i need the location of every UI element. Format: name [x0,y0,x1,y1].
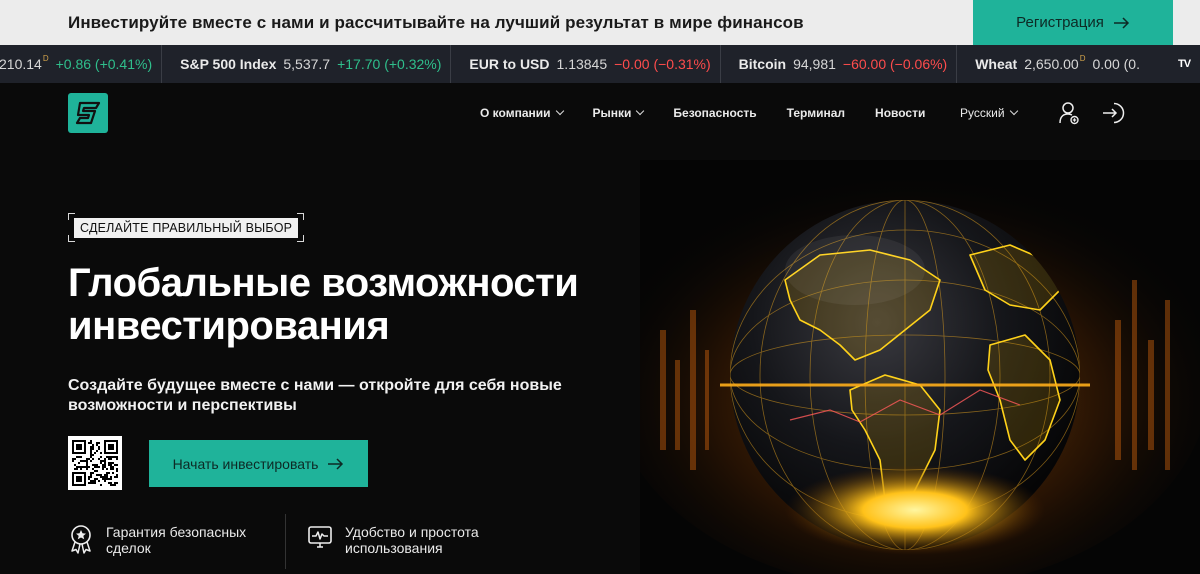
ticker-separator [450,45,452,83]
start-investing-button[interactable]: Начать инвестировать [149,440,368,487]
hero-globe-illustration [640,160,1200,574]
globe-icon [640,160,1200,574]
chevron-down-icon [636,106,645,116]
ticker-separator [719,45,721,83]
arrow-right-icon [328,457,344,470]
ticker-change: −60.00 (−0.06%) [842,56,948,72]
chevron-down-icon [555,106,564,116]
feature-divider [285,514,286,569]
ticker-price-value: 2,650.00 [1024,56,1079,72]
hero-subtitle: Создайте будущее вместе с нами — откройт… [68,377,562,414]
ticker-symbol: Bitcoin [738,56,787,72]
market-ticker: 210.14D +0.86 (+0.41%) S&P 500 Index 5,537.… [0,45,1200,83]
user-account-icon[interactable] [1058,101,1080,125]
hero-title-line2: инвестирования [68,304,390,348]
ticker-symbol: S&P 500 Index [180,56,277,72]
nav-label: Рынки [592,106,632,120]
award-badge-icon [71,525,91,554]
ticker-track: 210.14D +0.86 (+0.41%) S&P 500 Index 5,537.… [0,45,1149,83]
ticker-symbol: Wheat [975,56,1018,72]
ticker-brand: TV [1177,58,1191,70]
feature-text-line1: Гарантия безопасных [106,524,247,540]
banner-text: Инвестируйте вместе с нами и рассчитывай… [68,13,804,32]
ticker-price: 5,537.7 [283,56,330,72]
nav-item-markets[interactable]: Рынки [592,106,645,120]
login-icon[interactable] [1101,101,1125,125]
tradingview-logo-icon[interactable]: TV [1173,54,1195,74]
hero-eyebrow: СДЕЛАЙТЕ ПРАВИЛЬНЫЙ ВЫБОР [68,213,305,242]
feature-text-line2: сделок [106,540,151,556]
ticker-price: 1.13845 [557,56,608,72]
arrow-right-icon [1113,16,1129,29]
feature-text: Гарантия безопасных сделок [106,524,246,556]
ticker-symbol: EUR to USD [469,56,550,72]
ticker-item[interactable]: S&P 500 Index 5,537.7 +17.70 (+0.32%) [180,45,450,83]
hero-title: Глобальные возможности инвестирования [68,262,628,348]
ticker-item[interactable]: Bitcoin 94,981 −60.00 (−0.06%) [739,45,957,83]
monitor-chart-icon [308,526,332,548]
nav-item-terminal[interactable]: Терминал [787,106,845,120]
language-label: Русский [960,106,1005,120]
nav-item-security[interactable]: Безопасность [673,106,756,120]
ticker-item[interactable]: Wheat 2,650.00D 0.00 (0. [975,45,1149,83]
site-logo[interactable] [68,93,108,133]
qr-code-icon [72,440,118,486]
ticker-item[interactable]: EUR to USD 1.13845 −0.00 (−0.31%) [469,45,719,83]
nav-label: Безопасность [673,106,757,120]
register-label: Регистрация [1016,14,1104,31]
feature-text-line1: Удобство и простота [345,524,479,540]
nav-item-news[interactable]: Новости [875,106,925,120]
logo-icon [75,101,101,125]
main-nav: О компании Рынки Безопасность Терминал Н… [480,106,925,120]
ticker-price: 94,981 [793,56,836,72]
language-selector[interactable]: Русский [960,106,1018,120]
delayed-marker: D [42,54,49,64]
hero-title-line1: Глобальные возможности [68,261,579,305]
eyebrow-text: СДЕЛАЙТЕ ПРАВИЛЬНЫЙ ВЫБОР [74,217,299,238]
ticker-price: 2,650.00D [1024,54,1086,72]
ticker-change: +17.70 (+0.32%) [337,56,442,72]
register-button[interactable]: Регистрация [973,0,1173,45]
chevron-down-icon [1009,106,1018,116]
top-banner: Инвестируйте вместе с нами и рассчитывай… [0,0,1200,45]
ticker-separator [956,45,958,83]
feature-text-line2: использования [345,540,443,556]
ticker-change: −0.00 (−0.31%) [614,56,711,72]
ticker-price-value: 94,981 [793,56,836,72]
cta-label: Начать инвестировать [172,455,319,472]
nav-item-about[interactable]: О компании [480,106,564,120]
nav-label: Новости [875,106,926,120]
ticker-item[interactable]: 210.14D +0.86 (+0.41%) [0,45,161,83]
feature-safe-deals: Гарантия безопасных сделок [68,524,246,556]
ticker-change: +0.86 (+0.41%) [55,56,153,72]
ticker-price-value: 5,537.7 [283,56,331,72]
ticker-price-value: 1.13845 [556,56,608,72]
ticker-price-value: 210.14 [0,56,42,72]
ticker-price: 210.14D [0,54,49,72]
qr-code [68,436,122,490]
ticker-separator [161,45,163,83]
nav-label: О компании [480,106,551,120]
nav-label: Терминал [786,106,846,120]
feature-ease-of-use: Удобство и простота использования [307,524,479,556]
delayed-marker: D [1079,54,1086,64]
feature-text: Удобство и простота использования [345,524,479,556]
ticker-change: 0.00 (0. [1092,56,1140,72]
